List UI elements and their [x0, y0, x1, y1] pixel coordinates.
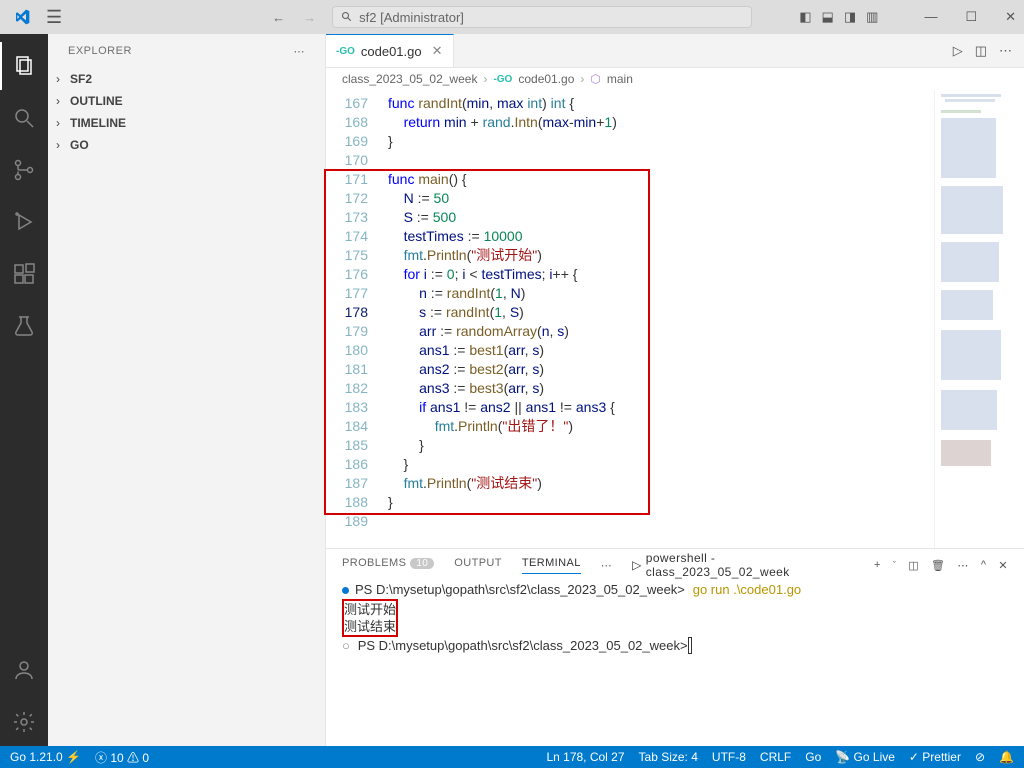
settings-gear-icon[interactable]	[0, 698, 48, 746]
layout-grid-icon[interactable]: ▥	[866, 9, 878, 25]
sidebar-section-outline[interactable]: ›OUTLINE	[48, 90, 325, 112]
prompt-dot-icon	[342, 587, 349, 594]
status-feedback-icon[interactable]: ⊘	[975, 750, 985, 764]
sidebar-section-sf2[interactable]: ›SF2	[48, 68, 325, 90]
code-content[interactable]: func randInt(min, max int) int { return …	[388, 90, 934, 548]
status-go-version[interactable]: Go 1.21.0 ⚡	[10, 750, 81, 764]
panel-more-icon[interactable]: ⋯	[957, 559, 968, 572]
breadcrumb-folder[interactable]: class_2023_05_02_week	[342, 72, 477, 86]
terminal-body[interactable]: PS D:\mysetup\gopath\src\sf2\class_2023_…	[326, 581, 1024, 746]
chevron-right-icon: ›	[56, 72, 70, 86]
window-minimize-icon[interactable]: —	[924, 9, 937, 25]
chevron-right-icon: ›	[56, 116, 70, 130]
status-eol[interactable]: CRLF	[760, 750, 791, 764]
testing-icon[interactable]	[0, 302, 48, 350]
problems-badge: 10	[410, 558, 434, 569]
sidebar-more-icon[interactable]: ⋯	[294, 45, 306, 58]
kill-terminal-icon[interactable]: 🗑	[931, 559, 945, 572]
split-icon[interactable]: ◫	[975, 43, 987, 59]
breadcrumb-file[interactable]: code01.go	[518, 72, 574, 86]
search-icon[interactable]	[0, 94, 48, 142]
explorer-sidebar: EXPLORER ⋯ ›SF2 ›OUTLINE ›TIMELINE ›GO	[48, 34, 326, 746]
window-maximize-icon[interactable]: ☐	[965, 9, 977, 25]
status-golive[interactable]: 📡 Go Live	[835, 750, 895, 764]
command-center[interactable]: sf2 [Administrator]	[332, 6, 752, 28]
layout-left-icon[interactable]: ◧	[799, 9, 811, 25]
new-terminal-icon[interactable]: +	[874, 559, 881, 571]
nav-back-icon[interactable]: ←	[272, 10, 285, 25]
account-icon[interactable]	[0, 646, 48, 694]
panel-tab-output[interactable]: OUTPUT	[454, 557, 502, 573]
tab-label: code01.go	[361, 44, 422, 59]
breadcrumb[interactable]: class_2023_05_02_week › -GO code01.go › …	[326, 68, 1024, 90]
nav-forward-icon[interactable]: →	[303, 10, 316, 25]
status-encoding[interactable]: UTF-8	[712, 750, 746, 764]
sidebar-section-timeline[interactable]: ›TIMELINE	[48, 112, 325, 134]
chevron-right-icon: ›	[56, 138, 70, 152]
terminal-instance[interactable]: ▷ powershell - class_2023_05_02_week	[632, 551, 862, 579]
explorer-icon[interactable]	[0, 42, 48, 90]
run-icon[interactable]: ▷	[953, 43, 963, 59]
editor-body[interactable]: 1671681691701711721731741751761771781791…	[326, 90, 1024, 548]
sidebar-title: EXPLORER	[68, 45, 132, 57]
source-control-icon[interactable]	[0, 146, 48, 194]
go-file-icon: -GO	[493, 74, 512, 85]
status-indent[interactable]: Tab Size: 4	[639, 750, 698, 764]
close-panel-icon[interactable]: ✕	[998, 559, 1008, 572]
close-icon[interactable]: ✕	[432, 43, 443, 59]
go-file-icon: -GO	[336, 46, 355, 57]
panel-tab-terminal[interactable]: TERMINAL	[522, 557, 581, 574]
panel-more-icon[interactable]: ⋯	[601, 559, 612, 572]
status-lang[interactable]: Go	[805, 750, 821, 764]
status-bell-icon[interactable]: 🔔	[999, 750, 1014, 764]
tab-code01[interactable]: -GO code01.go ✕	[326, 34, 454, 67]
split-terminal-icon[interactable]: ◫	[908, 559, 919, 572]
extensions-icon[interactable]	[0, 250, 48, 298]
cursor	[688, 637, 692, 654]
window-close-icon[interactable]: ✕	[1005, 9, 1016, 25]
minimap[interactable]	[934, 90, 1024, 548]
search-text: sf2 [Administrator]	[359, 10, 464, 25]
editor-tabs: -GO code01.go ✕ ▷ ◫ ⋯	[326, 34, 1024, 68]
status-diagnostics[interactable]: ⓧ 10 ⚠ 0	[95, 749, 149, 766]
symbol-icon: ⬡	[590, 72, 600, 86]
search-icon	[341, 11, 353, 23]
sidebar-section-go[interactable]: ›GO	[48, 134, 325, 156]
bottom-panel: PROBLEMS10 OUTPUT TERMINAL ⋯ ▷ powershel…	[326, 548, 1024, 746]
layout-bottom-icon[interactable]: ⬓	[822, 9, 834, 25]
panel-tab-problems[interactable]: PROBLEMS10	[342, 557, 434, 573]
status-cursor[interactable]: Ln 178, Col 27	[546, 750, 624, 764]
status-bar: Go 1.21.0 ⚡ ⓧ 10 ⚠ 0 Ln 178, Col 27 Tab …	[0, 746, 1024, 768]
activity-bar	[0, 34, 48, 746]
maximize-panel-icon[interactable]: ^	[981, 559, 987, 571]
terminal-dropdown-icon[interactable]: ˇ	[893, 560, 896, 570]
menu-icon[interactable]: ☰	[46, 7, 62, 28]
title-bar: ☰ ← → sf2 [Administrator] ◧ ⬓ ◨ ▥ — ☐ ✕	[0, 0, 1024, 34]
debug-icon[interactable]	[0, 198, 48, 246]
layout-right-icon[interactable]: ◨	[844, 9, 856, 25]
more-icon[interactable]: ⋯	[999, 43, 1012, 59]
status-prettier[interactable]: ✓ Prettier	[909, 750, 961, 764]
breadcrumb-symbol[interactable]: main	[607, 72, 633, 86]
vscode-logo-icon	[14, 9, 30, 25]
chevron-right-icon: ›	[56, 94, 70, 108]
